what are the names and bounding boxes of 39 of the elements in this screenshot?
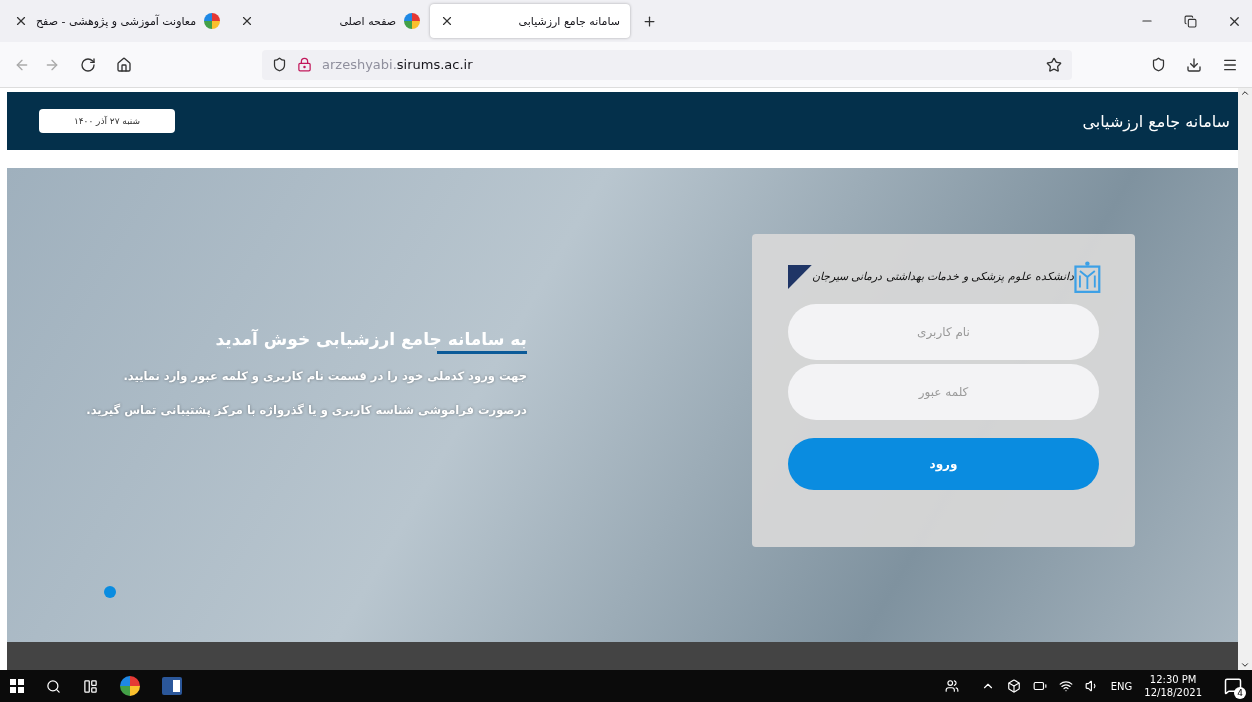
restore-icon[interactable] [1184,14,1197,28]
battery-icon[interactable] [1032,679,1047,693]
browser-tab[interactable]: معاونت آموزشی و پژوهشی - صفح [4,4,231,38]
close-icon[interactable] [14,14,28,28]
windows-icon[interactable] [10,679,24,693]
task-view-icon[interactable] [83,678,98,694]
welcome-text: درصورت فراموشی شناسه کاربری و یا گذرواژه با مرکز پشتیبانی تماس گیرید. [86,401,527,420]
login-button[interactable]: ورود [788,437,1099,490]
logo-text: دانشکده علوم پزشکی و خدمات بهداشتی درمانی سیرجان [811,270,1075,283]
scroll-up-icon[interactable] [1240,88,1250,98]
language-indicator[interactable]: ENG [1110,680,1133,692]
home-icon[interactable] [116,56,132,73]
document-app-icon[interactable] [162,677,182,695]
welcome-text: جهت ورود کدملی خود را در قسمت نام کاربری و کلمه عبور وارد نمایید. [123,367,527,386]
browser-tab[interactable]: سامانه جامع ارزشیابی [430,4,631,38]
welcome-title: به سامانه جامع ارزشیابی خوش آمدید [215,328,527,349]
browser-tab[interactable]: صفحه اصلی [230,4,431,38]
favicon-icon [204,13,221,29]
reload-icon[interactable] [80,56,96,73]
site-title: سامانه جامع ارزشیابی [1082,111,1230,131]
box-icon[interactable] [1006,679,1021,693]
scroll-down-icon[interactable] [1240,660,1250,670]
new-tab-icon[interactable] [642,13,658,29]
browser-icon[interactable] [120,676,140,696]
people-icon[interactable] [944,679,959,693]
input-field[interactable]: کلمه عبور [788,363,1099,420]
carousel-dot[interactable] [104,586,116,598]
address-bar[interactable]: arzeshyabi.sirums.ac.ir [262,49,1072,80]
star-icon[interactable] [1046,56,1062,73]
input-field[interactable]: نام کاربری [788,303,1099,360]
lock-icon [297,57,312,72]
wifi-icon[interactable] [1058,679,1073,693]
search-icon[interactable] [46,678,61,694]
shield-icon [272,57,287,72]
url-text: arzeshyabi.sirums.ac.ir [322,57,473,72]
favicon-icon [404,13,421,29]
download-icon[interactable] [1186,56,1202,73]
taskbar-clock[interactable]: 12:30 PM 12/18/2021 [1144,673,1202,699]
date-label: شنبه ۲۷ آذر ۱۴۰۰ [39,109,175,133]
